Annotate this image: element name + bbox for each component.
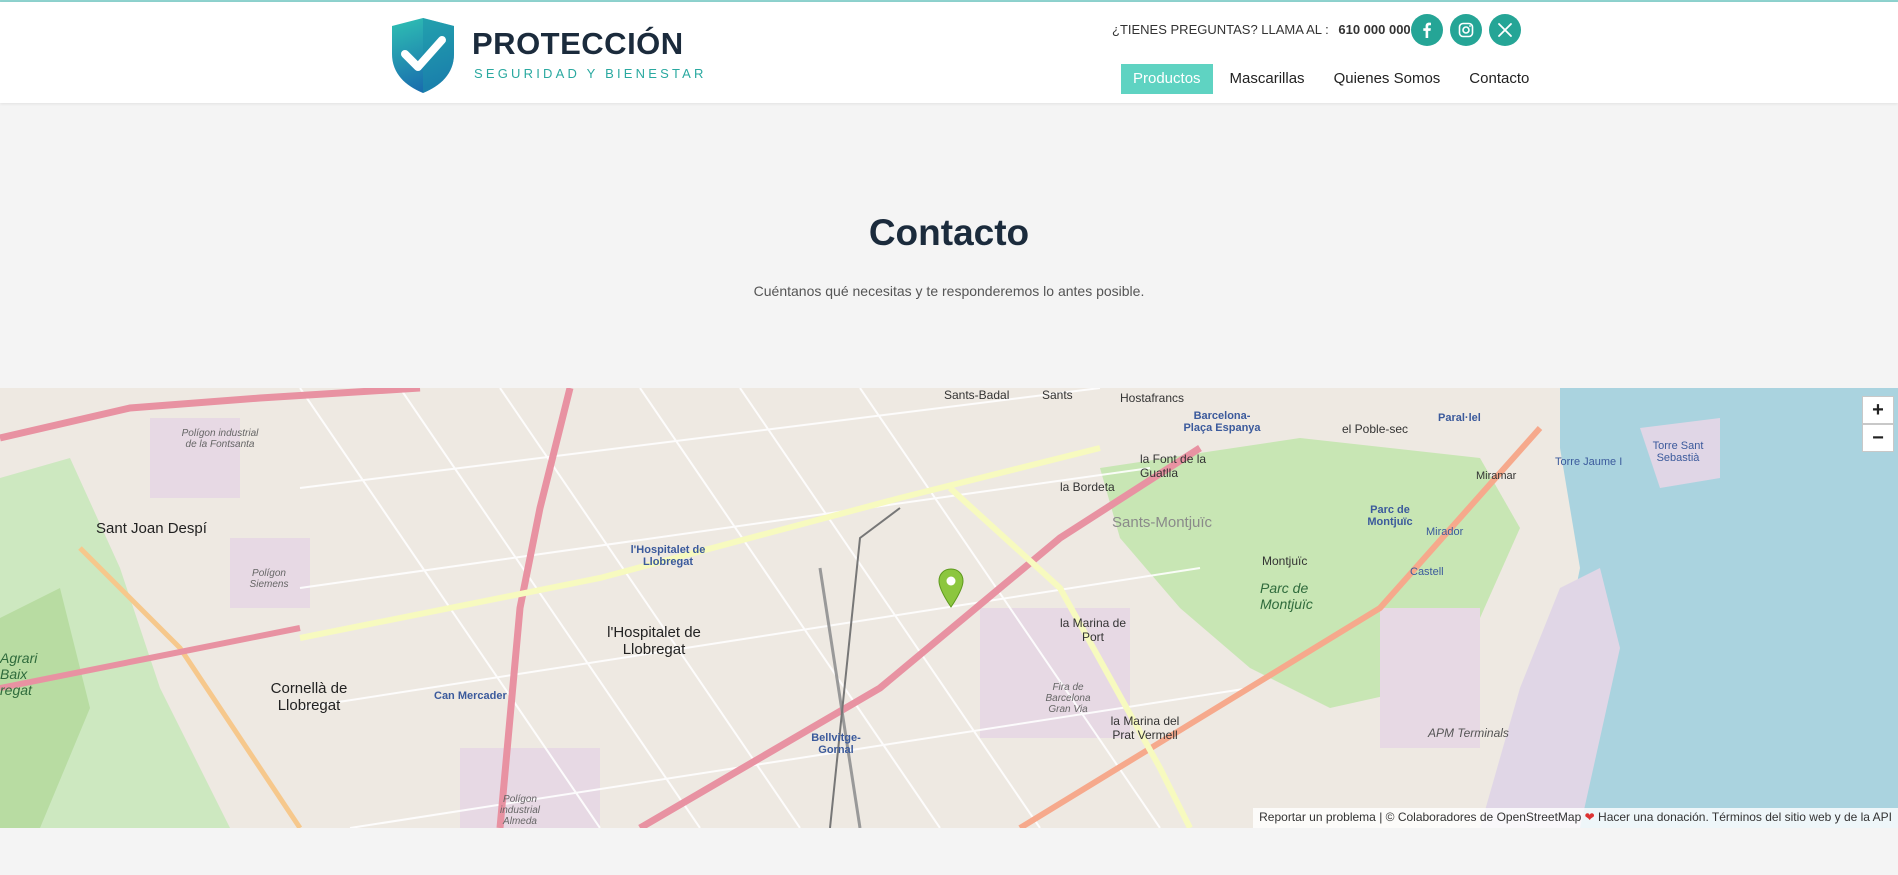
- map-label: Agrari Baix regat: [0, 650, 38, 698]
- map-label: Torre Jaume I: [1555, 456, 1623, 468]
- facebook-icon: [1423, 22, 1431, 38]
- map-label: Torre Sant Sebastià: [1652, 440, 1704, 464]
- map-label: l'Hospitalet de Llobregat: [630, 544, 706, 568]
- map-label: Montjuïc: [1262, 554, 1308, 568]
- zoom-in-button[interactable]: +: [1862, 396, 1894, 424]
- map-label: Sants: [1042, 388, 1073, 402]
- map-label: Castell: [1410, 566, 1444, 578]
- map-label: Barcelona-Plaça Espanya: [1183, 410, 1261, 434]
- osm-link[interactable]: © Colaboradores de OpenStreetMap: [1386, 810, 1582, 824]
- contact-phone-line: ¿TIENES PREGUNTAS? LLAMA AL : 610 000 00…: [1112, 22, 1411, 37]
- report-problem-link[interactable]: Reportar un problema: [1259, 810, 1376, 824]
- heart-icon: ❤: [1584, 810, 1595, 824]
- instagram-link[interactable]: [1450, 14, 1482, 46]
- zoom-out-button[interactable]: −: [1862, 424, 1894, 452]
- phone-number[interactable]: 610 000 000: [1338, 22, 1410, 37]
- map-label: la Bordeta: [1060, 480, 1115, 494]
- map-label: el Poble-sec: [1342, 422, 1409, 436]
- instagram-icon: [1458, 22, 1474, 38]
- page-title: Contacto: [868, 212, 1030, 253]
- donate-link[interactable]: Hacer una donación.: [1598, 810, 1709, 824]
- nav-quienes-somos[interactable]: Quienes Somos: [1322, 64, 1453, 94]
- map-label: Parc de Montjuïc: [1260, 580, 1313, 612]
- map-label: la Marina del Prat Vermell: [1110, 714, 1180, 742]
- x-link[interactable]: [1489, 14, 1521, 46]
- map-pin-icon[interactable]: [938, 568, 964, 608]
- map-tiles: [0, 388, 1898, 828]
- map-label: Paral·lel: [1438, 412, 1481, 424]
- site-logo[interactable]: PROTECCIÓN SEGURIDAD Y BIENESTAR: [390, 16, 703, 96]
- map-label: APM Terminals: [1428, 726, 1509, 740]
- map-label: Can Mercader: [434, 690, 507, 702]
- nav-mascarillas[interactable]: Mascarillas: [1218, 64, 1317, 94]
- map-label: l'Hospitalet de Llobregat: [607, 624, 701, 658]
- map-label: Sants-Badal: [944, 388, 1010, 402]
- map-label: Miramar: [1476, 470, 1517, 482]
- nav-contacto[interactable]: Contacto: [1457, 64, 1541, 94]
- map-label: Sant Joan Despí: [96, 520, 207, 537]
- contact-prompt: ¿TIENES PREGUNTAS? LLAMA AL :: [1112, 22, 1329, 37]
- map-label: Parc de Montjuïc: [1367, 504, 1413, 528]
- map[interactable]: Sants-Badal Sants Hostafrancs Barcelona-…: [0, 388, 1898, 828]
- map-label: Polígon industrial de la Fontsanta: [181, 428, 259, 450]
- brand-name: PROTECCIÓN: [472, 26, 684, 61]
- map-label: Fira de Barcelona Gran Via: [1045, 682, 1091, 715]
- map-label: Polígon Siemens: [249, 568, 289, 590]
- map-label: Sants-Montjuïc: [1112, 514, 1213, 531]
- nav-productos[interactable]: Productos: [1121, 64, 1213, 94]
- shield-check-icon: [392, 18, 454, 93]
- site-header: PROTECCIÓN SEGURIDAD Y BIENESTAR ¿TIENES…: [0, 2, 1898, 103]
- map-label: Polígon industrial Almeda: [499, 794, 541, 827]
- map-label: Hostafrancs: [1120, 391, 1185, 405]
- page-subtitle: Cuéntanos qué necesitas y te responderem…: [753, 283, 1145, 299]
- terms-link[interactable]: Términos del sitio web y de la API: [1712, 810, 1892, 824]
- facebook-link[interactable]: [1411, 14, 1443, 46]
- map-label: Cornellà de Llobregat: [270, 680, 348, 714]
- map-label: Mirador: [1426, 526, 1464, 538]
- main-nav: Productos Mascarillas Quienes Somos Cont…: [1121, 64, 1546, 94]
- brand-tagline: SEGURIDAD Y BIENESTAR: [474, 66, 707, 81]
- x-icon: [1498, 23, 1512, 37]
- map-label: la Font de la Guatlla: [1140, 452, 1207, 480]
- map-label: Bellvitge-Gornal: [811, 732, 861, 756]
- map-attribution: Reportar un problema | © Colaboradores d…: [1253, 808, 1898, 828]
- map-label: la Marina de Port: [1059, 616, 1127, 644]
